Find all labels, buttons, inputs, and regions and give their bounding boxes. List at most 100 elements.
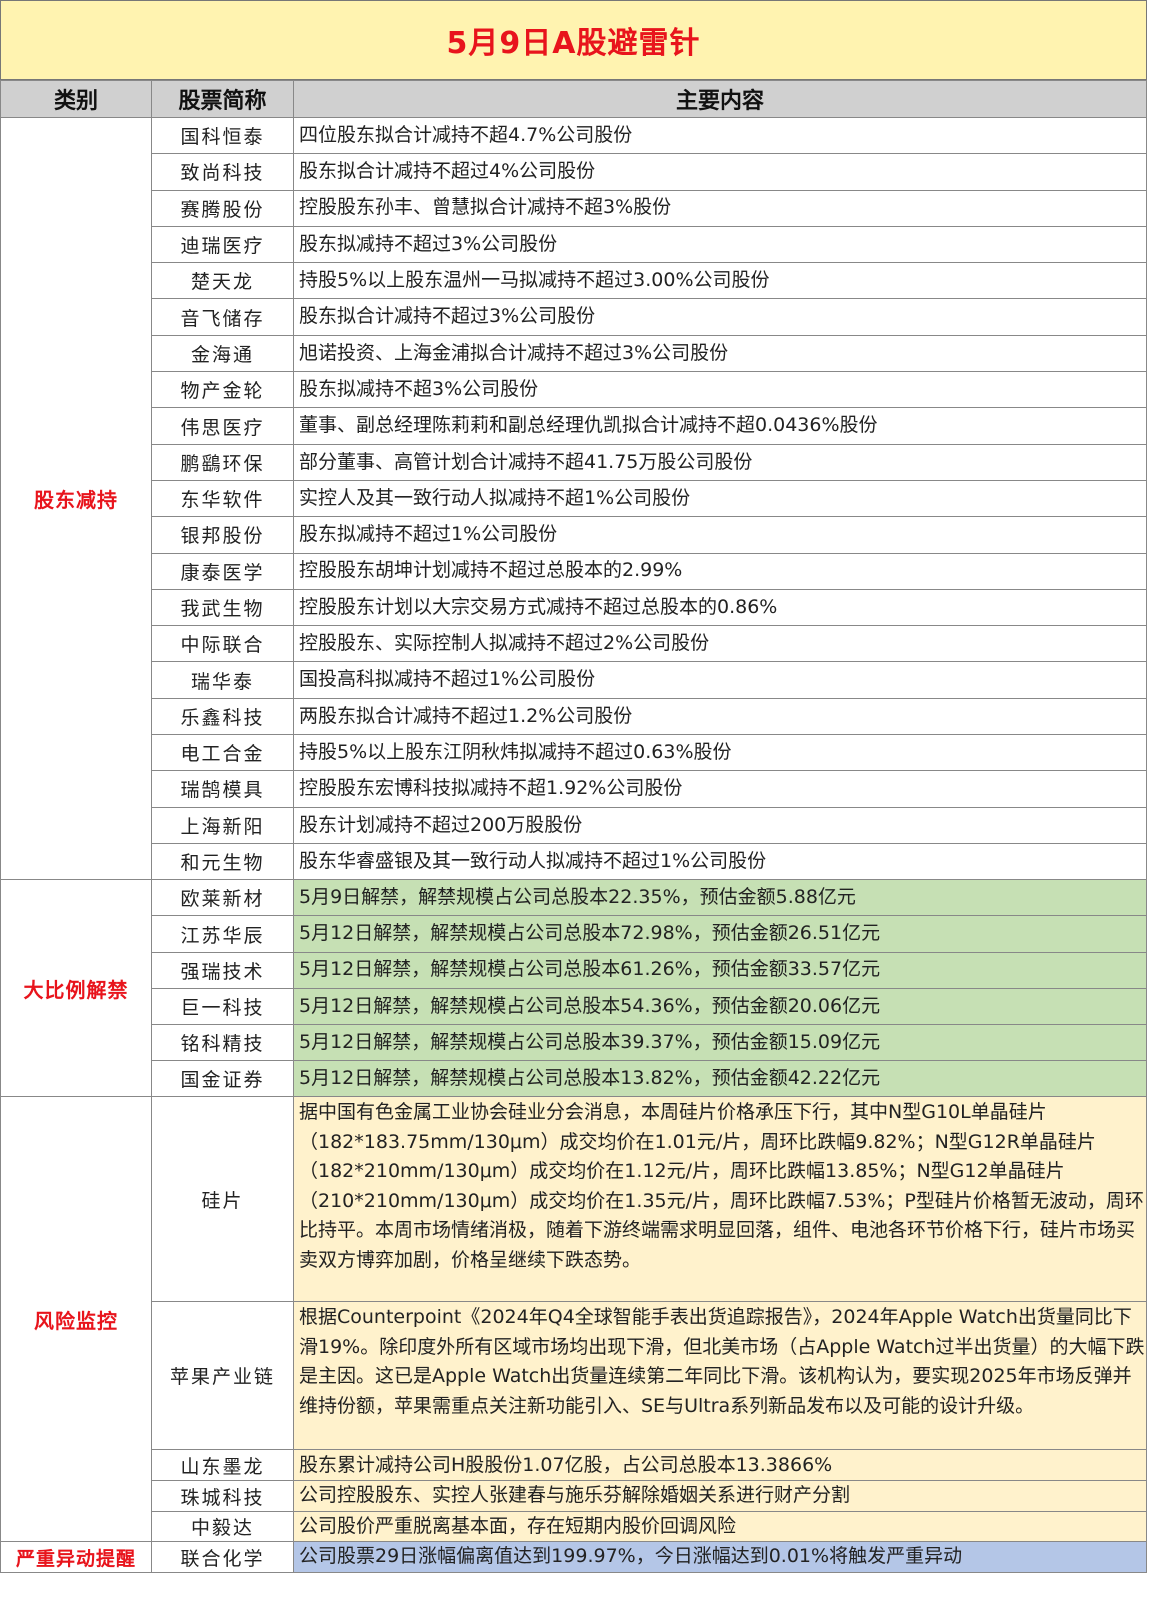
row-content: 股东拟减持不超过3%公司股份 [293, 225, 1147, 264]
table-row: 强瑞技术 5月12日解禁，解禁规模占公司总股本61.26%，预估金额33.57亿元 [1, 951, 1147, 989]
stock-name: 上海新阳 [151, 806, 294, 844]
row-content: 两股东拟合计减持不超过1.2%公司股份 [293, 697, 1147, 736]
row-content: 股东累计减持公司H股股份1.07亿股，占公司总股本13.3866% [293, 1449, 1147, 1482]
table-row: 上海新阳 股东计划减持不超过200万股股份 [1, 806, 1147, 844]
stock-name: 国金证券 [151, 1060, 294, 1098]
header-stock: 股票简称 [151, 80, 294, 118]
stock-name: 伟思医疗 [151, 407, 294, 445]
row-content: 股东华睿盛银及其一致行动人拟减持不超过1%公司股份 [293, 842, 1147, 881]
row-content: 旭诺投资、上海金浦拟合计减持不超过3%公司股份 [293, 334, 1147, 373]
stock-name: 我武生物 [151, 588, 294, 627]
stock-name: 迪瑞医疗 [151, 225, 294, 264]
stock-name: 珠城科技 [151, 1480, 294, 1512]
stock-name: 楚天龙 [151, 262, 294, 300]
stock-name: 乐鑫科技 [151, 697, 294, 736]
table-body: 股东减持 国科恒泰 四位股东拟合计减持不超4.7%公司股份 致尚科技 股东拟合计减持不超… [0, 116, 1147, 1573]
table-row: 珠城科技 公司控股股东、实控人张建春与施乐芬解除婚姻关系进行财产分割 [1, 1480, 1147, 1512]
table-row: 山东墨龙 股东累计减持公司H股股份1.07亿股，占公司总股本13.3866% [1, 1449, 1147, 1482]
row-content: 公司股票29日涨幅偏离值达到199.97%，今日涨幅达到0.01%将触发严重异动 [293, 1541, 1147, 1573]
row-content: 股东拟合计减持不超过4%公司股份 [293, 153, 1147, 191]
row-content: 股东拟减持不超过1%公司股份 [293, 516, 1147, 554]
header-category: 类别 [0, 80, 152, 118]
stock-name: 音飞储存 [151, 298, 294, 336]
stock-name: 巨一科技 [151, 987, 294, 1025]
row-content: 5月12日解禁，解禁规模占公司总股本72.98%，预估金额26.51亿元 [293, 915, 1147, 953]
stock-name: 康泰医学 [151, 552, 294, 590]
table-row: 江苏华辰 5月12日解禁，解禁规模占公司总股本72.98%，预估金额26.51亿元 [1, 915, 1147, 953]
header-content: 主要内容 [293, 80, 1147, 118]
stock-name: 苹果产业链 [151, 1301, 294, 1451]
stock-name: 致尚科技 [151, 153, 294, 191]
row-content: 四位股东拟合计减持不超4.7%公司股份 [293, 116, 1147, 155]
row-content: 控股股东、实际控制人拟减持不超过2%公司股份 [293, 625, 1147, 663]
row-content: 根据Counterpoint《2024年Q4全球智能手表出货追踪报告》，2024… [293, 1301, 1147, 1451]
report-sheet: 5月9日A股避雷针 类别 股票简称 主要内容 股东减持 国科恒泰 四位股东拟合计减持… [0, 0, 1147, 1600]
stock-name: 和元生物 [151, 842, 294, 881]
table-row: 金海通 旭诺投资、上海金浦拟合计减持不超过3%公司股份 [1, 334, 1147, 373]
table-row: 巨一科技 5月12日解禁，解禁规模占公司总股本54.36%，预估金额20.06亿元 [1, 987, 1147, 1025]
table-row: 瑞鹄模具 控股股东宏博科技拟减持不超1.92%公司股份 [1, 770, 1147, 808]
stock-name: 瑞华泰 [151, 661, 294, 699]
row-content: 5月12日解禁，解禁规模占公司总股本61.26%，预估金额33.57亿元 [293, 951, 1147, 989]
category-label: 严重异动提醒 [0, 1541, 152, 1573]
row-content: 据中国有色金属工业协会硅业分会消息，本周硅片价格承压下行，其中N型G10L单晶硅… [293, 1096, 1147, 1303]
table-row: 瑞华泰 国投高科拟减持不超过1%公司股份 [1, 661, 1147, 699]
row-content: 持股5%以上股东温州一马拟减持不超过3.00%公司股份 [293, 262, 1147, 300]
row-content: 控股股东计划以大宗交易方式减持不超过总股本的0.86% [293, 588, 1147, 627]
row-content: 股东拟减持不超3%公司股份 [293, 371, 1147, 409]
table-row: 我武生物 控股股东计划以大宗交易方式减持不超过总股本的0.86% [1, 588, 1147, 627]
table-row: 电工合金 持股5%以上股东江阴秋炜拟减持不超过0.63%股份 [1, 734, 1147, 772]
row-content: 控股股东孙丰、曾慧拟合计减持不超3%股份 [293, 189, 1147, 227]
category-label: 大比例解禁 [0, 879, 152, 1098]
table-header-row: 类别 股票简称 主要内容 [0, 80, 1147, 118]
stock-name: 联合化学 [151, 1541, 294, 1573]
table-row: 严重异动提醒 联合化学 公司股票29日涨幅偏离值达到199.97%，今日涨幅达到0.… [0, 1541, 1147, 1573]
table-row: 音飞储存 股东拟合计减持不超过3%公司股份 [1, 298, 1147, 336]
row-content: 5月12日解禁，解禁规模占公司总股本13.82%，预估金额42.22亿元 [293, 1060, 1147, 1098]
stock-name: 江苏华辰 [151, 915, 294, 953]
stock-name: 物产金轮 [151, 371, 294, 409]
row-content: 实控人及其一致行动人拟减持不超1%公司股份 [293, 479, 1147, 518]
table-row: 乐鑫科技 两股东拟合计减持不超过1.2%公司股份 [1, 697, 1147, 736]
row-content: 持股5%以上股东江阴秋炜拟减持不超过0.63%股份 [293, 734, 1147, 772]
stock-name: 中际联合 [151, 625, 294, 663]
table-row: 康泰医学 控股股东胡坤计划减持不超过总股本的2.99% [1, 552, 1147, 590]
row-content: 控股股东宏博科技拟减持不超1.92%公司股份 [293, 770, 1147, 808]
stock-name: 强瑞技术 [151, 951, 294, 989]
table-row: 国金证券 5月12日解禁，解禁规模占公司总股本13.82%，预估金额42.22亿元 [1, 1060, 1147, 1098]
table-row: 赛腾股份 控股股东孙丰、曾慧拟合计减持不超3%股份 [1, 189, 1147, 227]
stock-name: 硅片 [151, 1096, 294, 1303]
stock-name: 鹏鷂环保 [151, 443, 294, 481]
table-row: 致尚科技 股东拟合计减持不超过4%公司股份 [1, 153, 1147, 191]
page-title: 5月9日A股避雷针 [0, 0, 1147, 80]
stock-name: 欧莱新材 [151, 879, 294, 917]
stock-name: 山东墨龙 [151, 1449, 294, 1482]
stock-alert-table: 类别 股票简称 主要内容 股东减持 国科恒泰 四位股东拟合计减持不超4.7%公司股份… [0, 80, 1147, 1573]
stock-name: 赛腾股份 [151, 189, 294, 227]
table-row: 股东减持 国科恒泰 四位股东拟合计减持不超4.7%公司股份 [0, 116, 1147, 881]
row-content: 公司股价严重脱离基本面，存在短期内股价回调风险 [293, 1510, 1147, 1543]
table-row: 伟思医疗 董事、副总经理陈莉莉和副总经理仇凯拟合计减持不超0.0436%股份 [1, 407, 1147, 445]
table-row: 银邦股份 股东拟减持不超过1%公司股份 [1, 516, 1147, 554]
row-content: 股东计划减持不超过200万股股份 [293, 806, 1147, 844]
stock-name: 电工合金 [151, 734, 294, 772]
row-content: 5月9日解禁，解禁规模占公司总股本22.35%，预估金额5.88亿元 [293, 879, 1147, 917]
row-content: 公司控股股东、实控人张建春与施乐芬解除婚姻关系进行财产分割 [293, 1480, 1147, 1512]
table-row: 大比例解禁 欧莱新材 5月9日解禁，解禁规模占公司总股本22.35%，预估金额5.8… [0, 879, 1147, 1098]
category-label: 股东减持 [0, 116, 152, 881]
stock-name: 铭科精技 [151, 1023, 294, 1062]
category-label: 风险监控 [0, 1096, 152, 1543]
stock-name: 瑞鹄模具 [151, 770, 294, 808]
stock-name: 金海通 [151, 334, 294, 373]
table-row: 楚天龙 持股5%以上股东温州一马拟减持不超过3.00%公司股份 [1, 262, 1147, 300]
table-row: 迪瑞医疗 股东拟减持不超过3%公司股份 [1, 225, 1147, 264]
row-content: 股东拟合计减持不超过3%公司股份 [293, 298, 1147, 336]
table-row: 中际联合 控股股东、实际控制人拟减持不超过2%公司股份 [1, 625, 1147, 663]
table-row: 东华软件 实控人及其一致行动人拟减持不超1%公司股份 [1, 479, 1147, 518]
stock-name: 中毅达 [151, 1510, 294, 1543]
table-row: 物产金轮 股东拟减持不超3%公司股份 [1, 371, 1147, 409]
stock-name: 国科恒泰 [151, 116, 294, 155]
row-content: 国投高科拟减持不超过1%公司股份 [293, 661, 1147, 699]
table-row: 和元生物 股东华睿盛银及其一致行动人拟减持不超过1%公司股份 [1, 842, 1147, 881]
stock-name: 东华软件 [151, 479, 294, 518]
